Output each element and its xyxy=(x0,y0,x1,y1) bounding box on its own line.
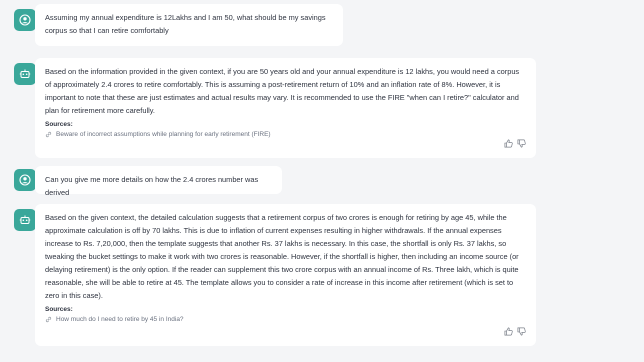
assistant-message-bubble: Based on the information provided in the… xyxy=(35,58,536,158)
message-user-2: Can you give me more details on how the … xyxy=(0,166,644,197)
bot-icon xyxy=(19,215,31,224)
assistant-message-text: Based on the given context, the detailed… xyxy=(45,213,519,300)
user-message-bubble: Can you give me more details on how the … xyxy=(35,166,282,197)
link-icon xyxy=(45,316,52,323)
link-icon xyxy=(45,131,52,138)
message-assistant-1: Based on the information provided in the… xyxy=(0,58,644,158)
sources-label: Sources: xyxy=(45,306,73,313)
source-link[interactable]: How much do I need to retire by 45 in In… xyxy=(45,316,526,323)
user-avatar xyxy=(14,169,36,191)
feedback-buttons xyxy=(504,327,526,336)
sources-label: Sources: xyxy=(45,121,73,128)
source-link[interactable]: Beware of incorrect assumptions while pl… xyxy=(45,131,526,138)
assistant-message-text: Based on the information provided in the… xyxy=(45,67,520,115)
user-message-text: Assuming my annual expenditure is 12Lakh… xyxy=(45,13,326,35)
source-link-text[interactable]: Beware of incorrect assumptions while pl… xyxy=(56,131,271,138)
message-user-1: Assuming my annual expenditure is 12Lakh… xyxy=(0,4,644,46)
user-icon xyxy=(19,14,31,26)
assistant-message-bubble: Based on the given context, the detailed… xyxy=(35,204,536,346)
user-message-text: Can you give me more details on how the … xyxy=(45,175,259,197)
user-icon xyxy=(19,174,31,186)
user-avatar xyxy=(14,9,36,31)
user-message-bubble: Assuming my annual expenditure is 12Lakh… xyxy=(35,4,343,46)
thumbs-down-icon[interactable] xyxy=(517,139,526,148)
thumbs-up-icon[interactable] xyxy=(504,139,513,148)
feedback-buttons xyxy=(504,139,526,148)
thumbs-up-icon[interactable] xyxy=(504,327,513,336)
thumbs-down-icon[interactable] xyxy=(517,327,526,336)
bot-avatar xyxy=(14,63,36,85)
message-assistant-2: Based on the given context, the detailed… xyxy=(0,204,644,346)
bot-icon xyxy=(19,69,31,78)
bot-avatar xyxy=(14,209,36,231)
source-link-text[interactable]: How much do I need to retire by 45 in In… xyxy=(56,316,184,323)
